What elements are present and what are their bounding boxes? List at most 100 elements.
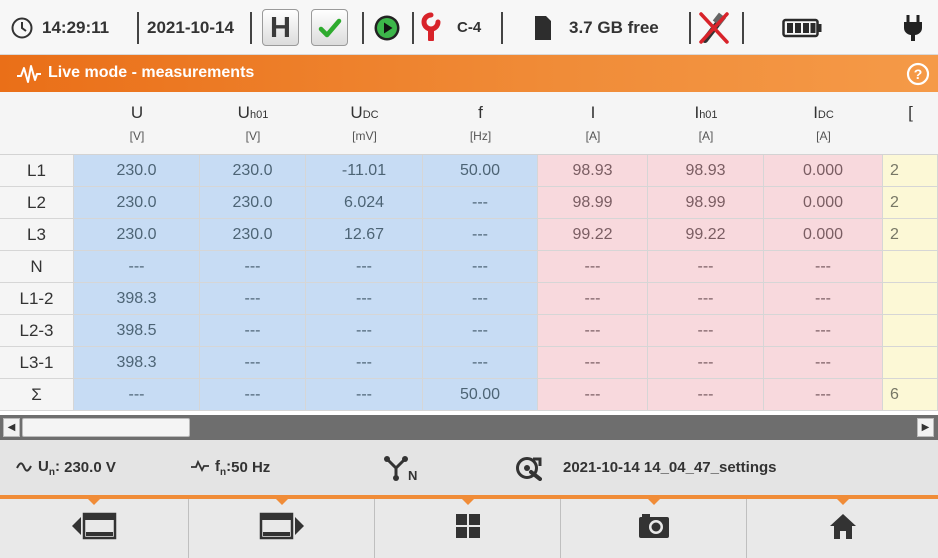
status-bar: 14:29:11 2021-10-14 H C-4 3.7 GB free bbox=[0, 0, 938, 55]
screenshot-button[interactable] bbox=[561, 498, 747, 558]
svg-text:?: ? bbox=[914, 66, 923, 82]
table-cell: 99.22 bbox=[538, 219, 648, 251]
scroll-right-arrow[interactable]: ▶ bbox=[917, 418, 934, 437]
record-icon[interactable] bbox=[373, 0, 401, 55]
column-unit: [A] bbox=[698, 129, 714, 143]
home-button[interactable] bbox=[747, 498, 938, 558]
hold-button[interactable]: H bbox=[262, 9, 299, 46]
table-cell: --- bbox=[423, 283, 538, 315]
table-cell: --- bbox=[538, 347, 648, 379]
status-date: 2021-10-14 bbox=[147, 17, 234, 37]
column-header: Uh01 [V] bbox=[200, 92, 306, 155]
home-icon bbox=[829, 512, 857, 545]
network-type-icon: N bbox=[382, 440, 418, 495]
table-cell: --- bbox=[306, 379, 423, 411]
column-unit: [V] bbox=[129, 129, 145, 143]
table-cell: --- bbox=[648, 379, 764, 411]
usb-disconnected-icon bbox=[697, 0, 731, 55]
svg-text:N: N bbox=[408, 468, 417, 482]
scrollbar-thumb[interactable] bbox=[22, 418, 190, 437]
table-cell: --- bbox=[423, 251, 538, 283]
scroll-left-arrow[interactable]: ◀ bbox=[3, 418, 20, 437]
table-cell: --- bbox=[200, 379, 306, 411]
table-cell: -11.01 bbox=[306, 155, 423, 187]
table-cell bbox=[883, 347, 938, 379]
status-time: 14:29:11 bbox=[42, 17, 110, 37]
column-symbol: UDC bbox=[350, 103, 379, 122]
table-cell: 0.000 bbox=[764, 219, 883, 251]
camera-icon bbox=[637, 512, 671, 545]
table-cell: 6.024 bbox=[306, 187, 423, 219]
column-header: IDC [A] bbox=[764, 92, 883, 155]
table-cell: --- bbox=[538, 315, 648, 347]
sd-card-icon bbox=[532, 0, 552, 55]
table-cell: 98.99 bbox=[648, 187, 764, 219]
table-cell: 12.67 bbox=[306, 219, 423, 251]
table-cell: 230.0 bbox=[74, 155, 200, 187]
column-header: U [V] bbox=[74, 92, 200, 155]
column-unit: [A] bbox=[816, 129, 831, 143]
info-bar: Un: 230.0 V fn: 50 Hz N 2021-10-14 14_04… bbox=[0, 440, 938, 495]
table-cell: --- bbox=[423, 347, 538, 379]
table-cell: 99.22 bbox=[648, 219, 764, 251]
table-cell: 2 bbox=[883, 219, 938, 251]
settings-file-name: 2021-10-14 14_04_47_settings bbox=[563, 459, 777, 476]
table-cell: 98.93 bbox=[648, 155, 764, 187]
table-cell: --- bbox=[764, 347, 883, 379]
settings-file-icon bbox=[516, 440, 542, 495]
power-plug-icon bbox=[902, 0, 924, 55]
table-cell: --- bbox=[423, 315, 538, 347]
sine-wave-icon bbox=[16, 459, 32, 476]
column-header: UDC [mV] bbox=[306, 92, 423, 155]
row-label: L2-3 bbox=[0, 315, 74, 347]
nominal-frequency-value: 50 Hz bbox=[231, 459, 271, 476]
column-header: I [A] bbox=[538, 92, 648, 155]
table-cell: --- bbox=[200, 315, 306, 347]
table-cell: --- bbox=[306, 315, 423, 347]
table-cell: --- bbox=[648, 347, 764, 379]
frequency-icon bbox=[190, 459, 210, 476]
table-cell: 230.0 bbox=[74, 187, 200, 219]
table-cell: 398.3 bbox=[74, 347, 200, 379]
next-screen-button[interactable] bbox=[189, 498, 375, 558]
column-symbol: U bbox=[130, 103, 144, 122]
horizontal-scrollbar[interactable]: ◀ ▶ bbox=[0, 415, 938, 440]
table-cell: 2 bbox=[883, 155, 938, 187]
view-tiles-button[interactable] bbox=[375, 498, 561, 558]
nominal-voltage-value: 230.0 V bbox=[64, 459, 116, 476]
table-cell: --- bbox=[764, 251, 883, 283]
confirm-button[interactable] bbox=[311, 9, 348, 46]
table-cell: 398.5 bbox=[74, 315, 200, 347]
table-cell bbox=[883, 315, 938, 347]
table-cell bbox=[883, 283, 938, 315]
row-label: N bbox=[0, 251, 74, 283]
row-label: L1 bbox=[0, 155, 74, 187]
row-label: L1-2 bbox=[0, 283, 74, 315]
table-cell: --- bbox=[648, 251, 764, 283]
previous-screen-button[interactable] bbox=[0, 498, 189, 558]
check-icon bbox=[318, 16, 342, 45]
table-cell: 230.0 bbox=[74, 219, 200, 251]
column-symbol: Uh01 bbox=[237, 103, 269, 122]
table-cell: --- bbox=[648, 315, 764, 347]
table-cell: 398.3 bbox=[74, 283, 200, 315]
table-cell: --- bbox=[538, 283, 648, 315]
column-symbol: f bbox=[478, 103, 483, 122]
row-label: L3 bbox=[0, 219, 74, 251]
column-symbol: I bbox=[590, 103, 596, 122]
column-unit: [V] bbox=[245, 129, 261, 143]
clock-icon bbox=[10, 0, 34, 55]
screen-left-icon bbox=[71, 511, 117, 546]
help-icon[interactable]: ? bbox=[906, 62, 930, 91]
table-cell: 2 bbox=[883, 187, 938, 219]
table-cell: 230.0 bbox=[200, 155, 306, 187]
grid-icon bbox=[455, 513, 481, 544]
table-cell: --- bbox=[423, 219, 538, 251]
table-cell: --- bbox=[423, 187, 538, 219]
clamp-icon bbox=[420, 0, 442, 55]
table-cell: --- bbox=[538, 251, 648, 283]
storage-free: 3.7 GB free bbox=[569, 17, 659, 37]
table-cell: --- bbox=[200, 347, 306, 379]
table-cell: 50.00 bbox=[423, 379, 538, 411]
table-cell: --- bbox=[306, 251, 423, 283]
